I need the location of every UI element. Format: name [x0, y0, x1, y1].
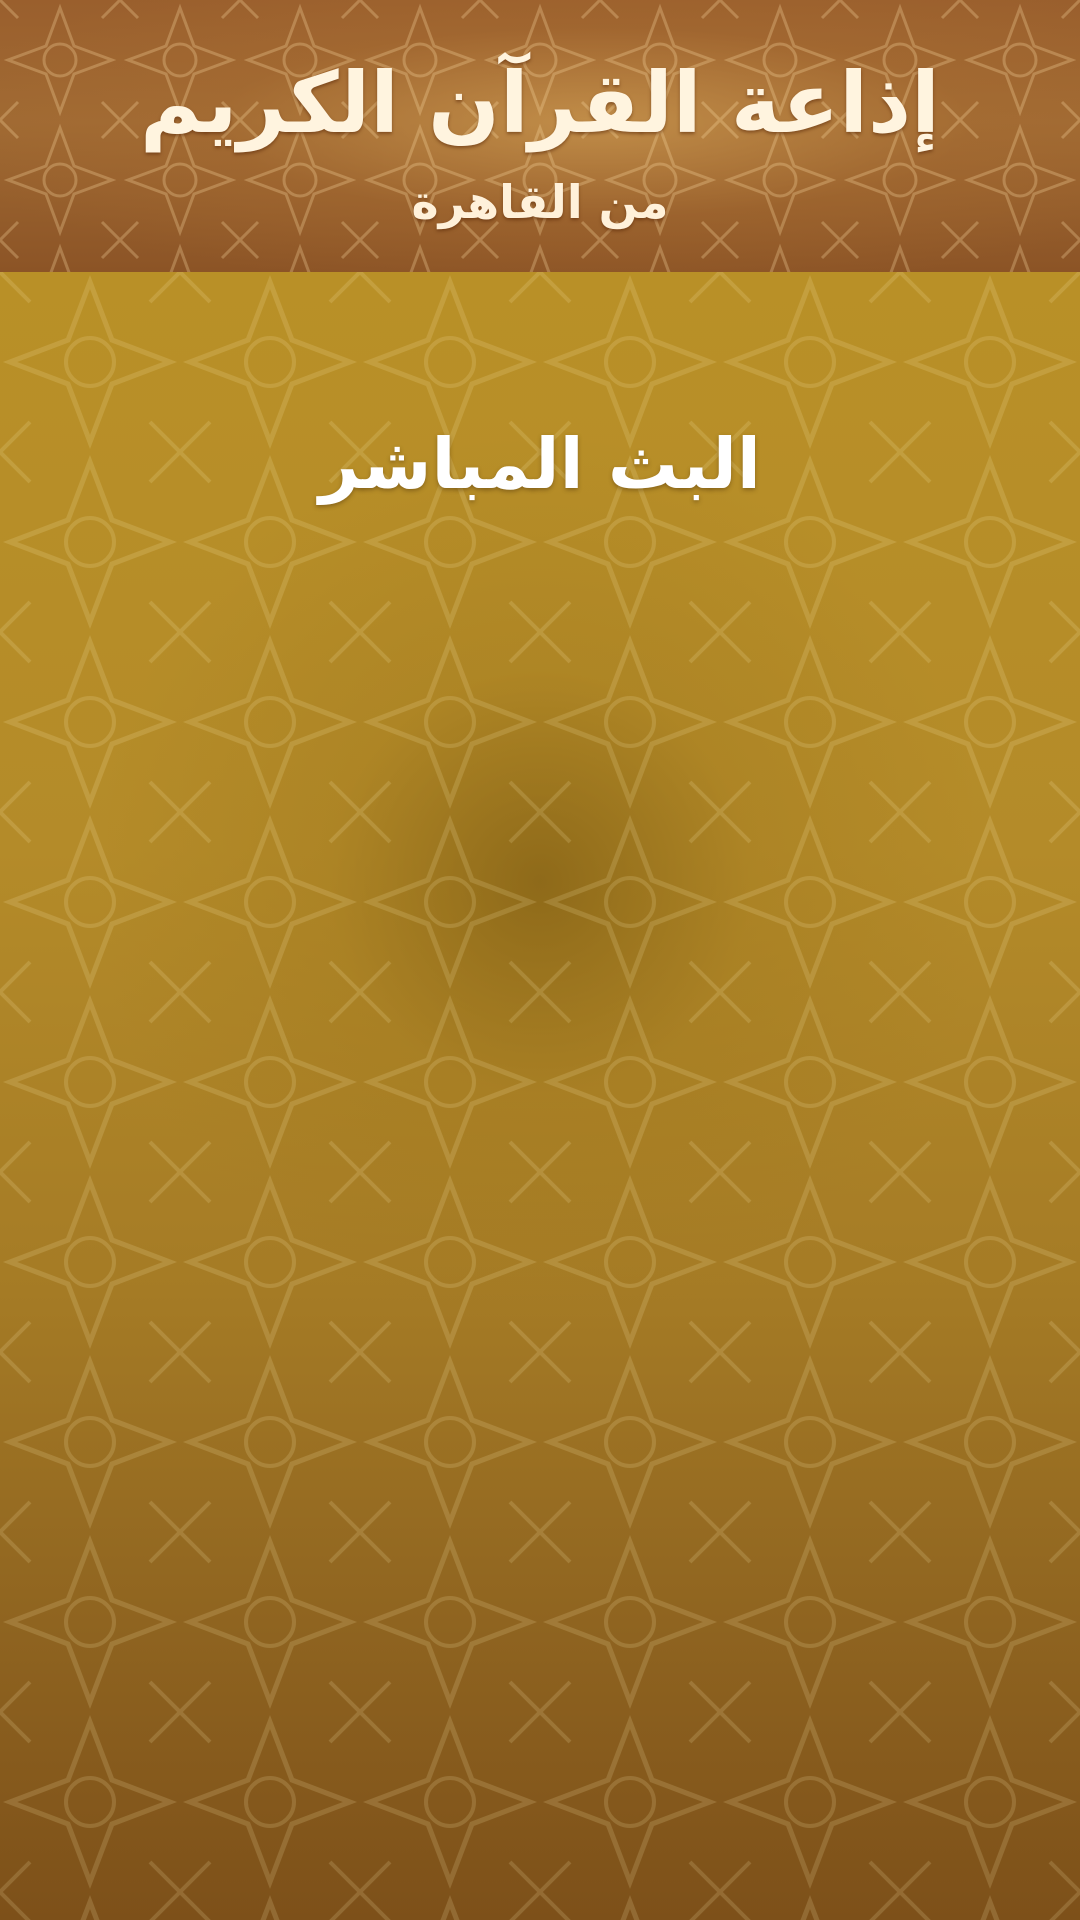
ornamental-pattern-main	[0, 272, 1080, 1920]
header-banner: إذاعة القرآن الكريم من القاهرة	[0, 0, 1080, 272]
main-background: البث المباشر	[0, 272, 1080, 1920]
app-subtitle: من القاهرة	[411, 175, 669, 229]
live-broadcast-button[interactable]: البث المباشر	[0, 422, 1080, 506]
app-title: إذاعة القرآن الكريم	[140, 54, 940, 152]
